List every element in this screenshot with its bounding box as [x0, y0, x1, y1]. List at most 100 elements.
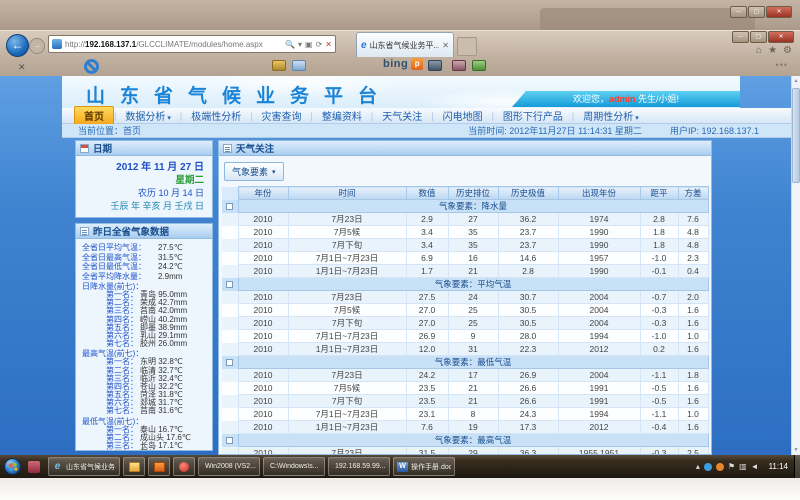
- section-gutter: [222, 434, 238, 447]
- table-cell: -0.7: [640, 291, 678, 304]
- nav-item-4[interactable]: 灾害查询: [253, 107, 311, 124]
- toolbar-icon-2[interactable]: [292, 60, 306, 71]
- table-cell: 7月23日: [288, 369, 406, 382]
- table-cell: 7月下旬: [288, 395, 406, 408]
- tray-app-icon-orange[interactable]: [716, 463, 724, 471]
- maximize-icon[interactable]: ▢: [748, 6, 765, 18]
- weather-focus-body: 气象要素 ▾ 年份时间数值历史排位历史极值出现年份距平方差 气象要素：降水量20…: [219, 156, 711, 455]
- weather-focus-header: 天气关注: [219, 141, 711, 156]
- calendar-panel-header: 日期: [76, 141, 212, 156]
- stat-row: 全省日最高气温：31.5℃: [82, 253, 208, 263]
- ie-icon: e: [52, 462, 63, 472]
- taskbar-task-1[interactable]: e山东省气候业务平...: [48, 457, 120, 476]
- table-cell: 1990: [558, 239, 640, 252]
- home-icon[interactable]: ⌂: [756, 45, 762, 56]
- table-row: 20107月5候27.02530.52004-0.31.6: [222, 304, 708, 317]
- section-checkbox[interactable]: [226, 437, 233, 444]
- action-center-flag-icon[interactable]: ⚑: [728, 462, 735, 471]
- scroll-up-icon[interactable]: ▲: [792, 76, 800, 86]
- nav-item-9[interactable]: 周期性分析▾: [574, 107, 648, 124]
- toolbar-overflow-icon[interactable]: •••: [776, 60, 788, 70]
- network-icon[interactable]: ▥: [739, 462, 747, 471]
- taskbar-task-3[interactable]: [148, 457, 170, 476]
- page-icon: [52, 39, 62, 49]
- new-tab-button[interactable]: [457, 37, 477, 56]
- table-cell: 31.5: [406, 447, 448, 456]
- browser-tab[interactable]: e 山东省气候业务平... ✕: [356, 32, 454, 57]
- nav-item-8[interactable]: 图形下行产品: [494, 107, 572, 124]
- show-desktop-button[interactable]: [794, 455, 800, 478]
- site-header: 山东省气候业务平台 欢迎您，admin 先生/小姐!: [62, 76, 740, 108]
- tray-app-icon-blue[interactable]: [704, 463, 712, 471]
- address-bar[interactable]: http://192.168.137.1/GLCCLIMATE/modules/…: [48, 35, 336, 53]
- chevron-down-icon: ▾: [167, 115, 171, 122]
- scrollbar-thumb[interactable]: [792, 88, 800, 183]
- table-row: 20107月下旬3.43523.719901.84.8: [222, 239, 708, 252]
- nav-item-5[interactable]: 整编资料: [313, 107, 371, 124]
- table-cell: 7月23日: [288, 447, 406, 456]
- browser-close-icon[interactable]: ✕: [768, 31, 794, 43]
- refresh-icon[interactable]: ⟳: [316, 40, 323, 49]
- toolbar-icon-3[interactable]: [428, 60, 442, 71]
- nav-item-3[interactable]: 极端性分析: [182, 107, 250, 124]
- search-icon[interactable]: 🔍: [285, 40, 295, 49]
- table-cell: 21: [448, 382, 498, 395]
- toolbar-icon-5[interactable]: [472, 60, 486, 71]
- volume-icon[interactable]: ◄: [751, 462, 759, 471]
- breadcrumb: 当前位置：首页: [78, 124, 141, 137]
- taskbar-task-2[interactable]: [123, 457, 145, 476]
- back-button[interactable]: ←: [6, 34, 29, 57]
- browser-minimize-icon[interactable]: ─: [732, 31, 749, 43]
- section-checkbox[interactable]: [226, 359, 233, 366]
- gear-icon[interactable]: ⚙: [783, 45, 792, 56]
- table-cell: 7月下旬: [288, 317, 406, 330]
- close-icon[interactable]: ✕: [766, 6, 792, 18]
- scrollbar[interactable]: ▲ ▼: [791, 76, 800, 455]
- dropdown-arrow-icon[interactable]: ▾: [298, 40, 302, 49]
- table-cell: 26.9: [498, 369, 558, 382]
- taskbar-task-6[interactable]: C:\Windows\s...: [263, 457, 325, 476]
- element-filter-button[interactable]: 气象要素 ▾: [224, 162, 284, 181]
- nav-item-2[interactable]: 数据分析▾: [116, 107, 180, 124]
- compat-icon[interactable]: ▣: [305, 40, 313, 49]
- table-cell: 2010: [238, 382, 288, 395]
- forward-button[interactable]: →: [29, 38, 45, 54]
- taskbar-task-8[interactable]: W操作手册.docx ...: [393, 457, 455, 476]
- nav-item-6[interactable]: 天气关注: [373, 107, 431, 124]
- browser-maximize-icon[interactable]: ▢: [750, 31, 767, 43]
- toolbar-close-icon[interactable]: ✕: [18, 62, 26, 73]
- taskbar-clock[interactable]: 11:14: [769, 462, 788, 471]
- toolbar-icon-1[interactable]: [272, 60, 286, 71]
- table-cell: 1991: [558, 382, 640, 395]
- table-cell: 2010: [238, 239, 288, 252]
- section-checkbox[interactable]: [226, 203, 233, 210]
- table-cell: -0.3: [640, 447, 678, 456]
- stop-icon[interactable]: ✕: [325, 40, 332, 49]
- nav-item-1[interactable]: 首页: [74, 106, 114, 125]
- taskbar-task-7[interactable]: 192.168.59.99...: [328, 457, 390, 476]
- taskbar-task-5[interactable]: Win2008 (VS2...: [198, 457, 260, 476]
- table-cell: 23.1: [406, 408, 448, 421]
- start-button[interactable]: [4, 458, 21, 475]
- table-row: 20107月下旬23.52126.61991-0.51.6: [222, 395, 708, 408]
- minimize-icon[interactable]: ─: [730, 6, 747, 18]
- section-checkbox[interactable]: [226, 281, 233, 288]
- favorites-star-icon[interactable]: ★: [768, 45, 777, 56]
- toolbar-icon-4[interactable]: [452, 60, 466, 71]
- table-cell: 2010: [238, 304, 288, 317]
- table-cell: 24: [448, 291, 498, 304]
- tab-close-icon[interactable]: ✕: [442, 41, 449, 50]
- taskbar-task-4[interactable]: [173, 457, 195, 476]
- tray-expand-icon[interactable]: ▴: [696, 462, 700, 471]
- row-gutter: [222, 291, 238, 304]
- nav-item-label: 图形下行产品: [503, 112, 563, 123]
- bing-logo[interactable]: bing p: [383, 58, 423, 70]
- pinned-app-icon[interactable]: [28, 461, 40, 473]
- scroll-down-icon[interactable]: ▼: [792, 445, 800, 455]
- blocked-circle-icon: [81, 56, 102, 77]
- breadcrumb-bar: 当前位置：首页 当前时间: 2012年11月27日 11:14:31 星期二 用…: [62, 124, 791, 138]
- nav-item-7[interactable]: 闪电地图: [434, 107, 492, 124]
- table-cell: 3.4: [406, 239, 448, 252]
- table-cell: 1991: [558, 395, 640, 408]
- row-gutter: [222, 395, 238, 408]
